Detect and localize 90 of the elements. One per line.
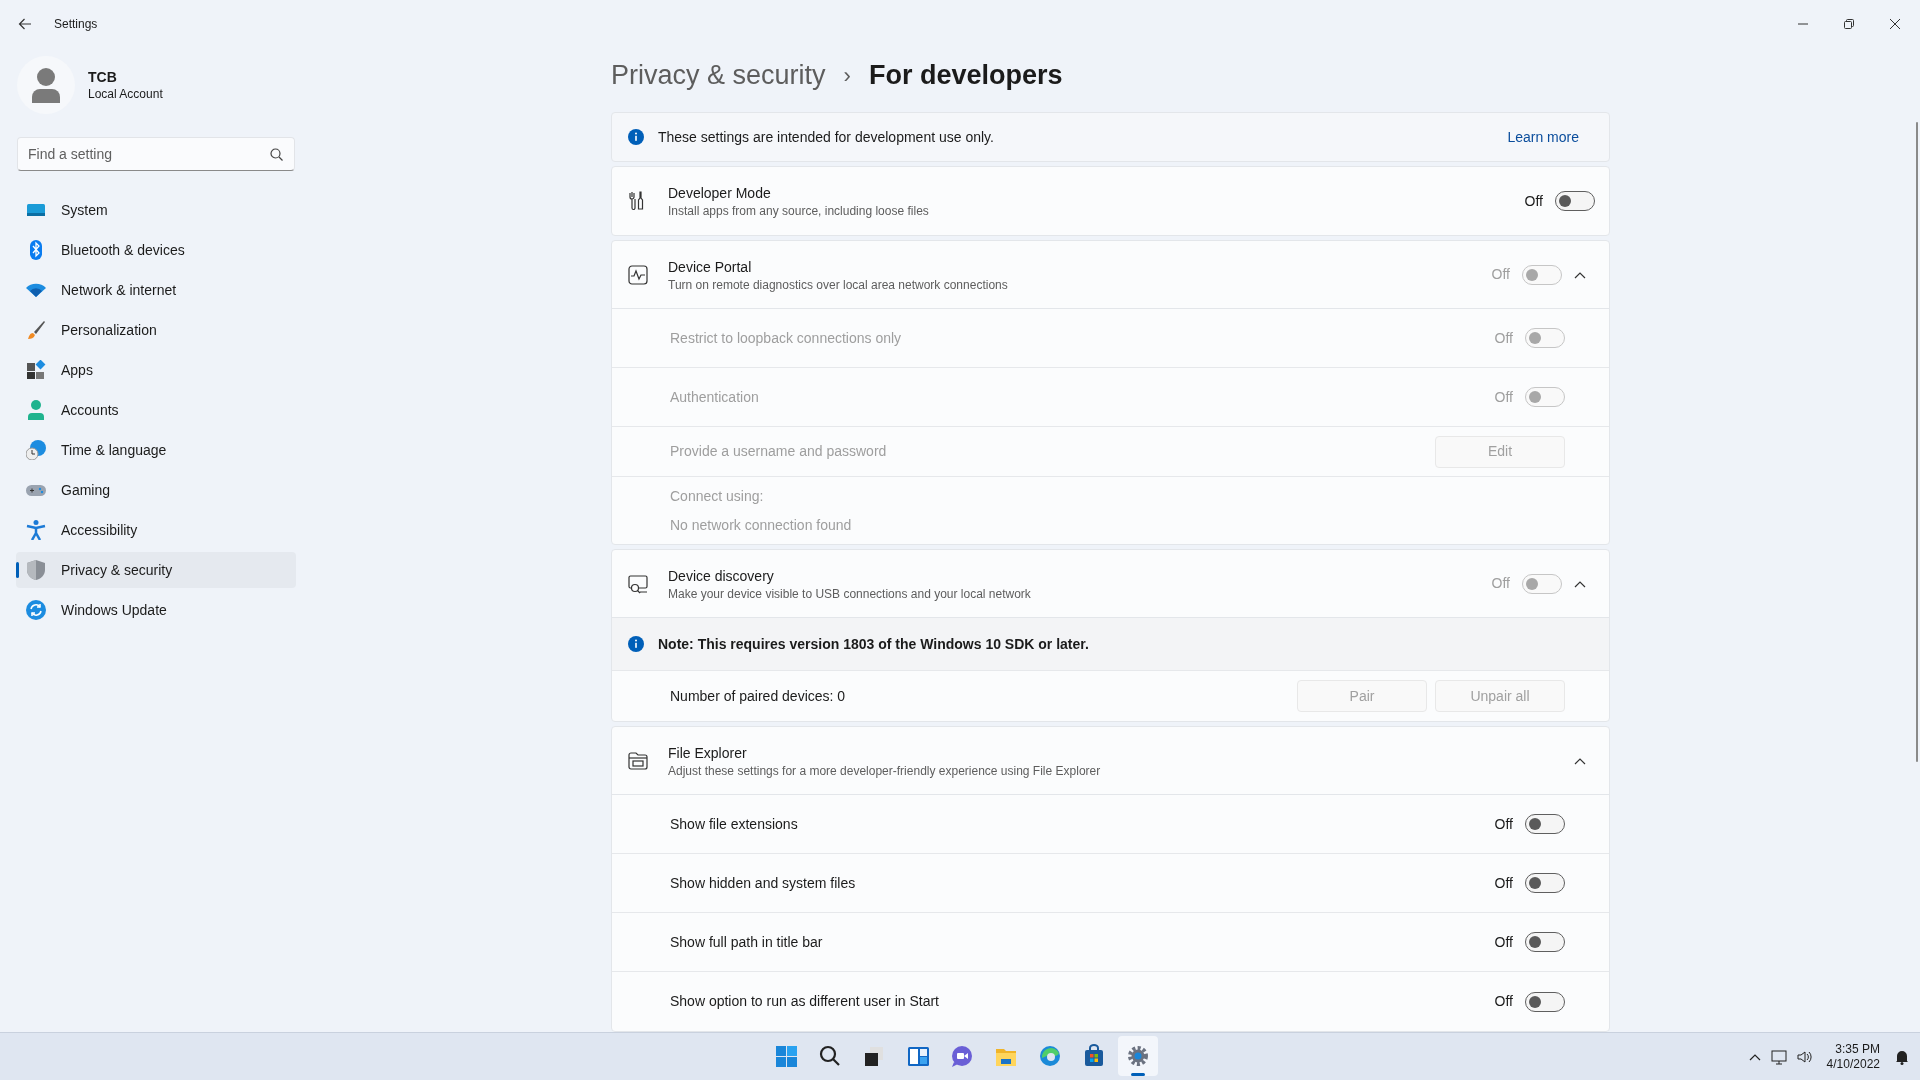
setting-description: Install apps from any source, including loose files [668,203,929,219]
setting-title: Developer Mode [668,184,772,203]
toggle-state: Off [1494,387,1513,407]
browser-icon [1038,1044,1062,1068]
device-search-icon [628,573,648,594]
toggle-state: Off [1494,992,1513,1011]
widgets-icon [906,1044,930,1068]
setting-title: File Explorer [668,743,748,763]
toggle-state: Off [1494,932,1513,952]
setting-label: Restrict to loopback connections only [670,328,902,348]
task-view-icon [862,1044,886,1068]
toggle-state: Off [1494,328,1513,348]
setting-label: Number of paired devices: 0 [670,686,846,706]
nav-item[interactable]: Time & language [16,432,296,468]
toggle-switch[interactable] [1555,191,1595,211]
breadcrumb-parent[interactable]: Privacy & security [611,55,826,96]
toggle-state: Off [1491,265,1510,284]
setting-label: Authentication [670,387,759,407]
chat-icon [950,1044,974,1068]
volume-icon[interactable] [1796,1048,1813,1065]
store-icon [1082,1044,1106,1068]
accessibility-icon [26,520,46,540]
nav-item[interactable]: Apps [16,352,296,388]
search-field[interactable]: Find a setting [17,137,295,171]
chevron-up-icon[interactable] [1574,579,1586,588]
person-icon [26,400,46,420]
search-icon [818,1044,842,1068]
taskbar-button[interactable] [1118,1036,1158,1076]
nav-item[interactable]: Gaming [16,472,296,508]
page-title: For developers [868,59,1063,93]
chevron-up-icon[interactable] [1574,756,1586,765]
gear-icon [1126,1044,1150,1068]
setting-title: Device Portal [668,257,753,277]
setting-label: Show full path in title bar [670,932,823,952]
toggle-state: Off [1494,814,1513,834]
activity-icon [628,264,648,285]
toggle-switch[interactable] [1525,873,1565,893]
status-text: No network connection found [670,516,853,534]
update-icon [26,600,46,620]
nav-item[interactable]: System [16,192,296,228]
info-text: These settings are intended for development use only. [658,127,994,147]
account-type: Local Account [88,86,163,102]
toggle-state: Off [1494,873,1513,893]
toggle-state: Off [1524,191,1543,211]
back-icon[interactable] [18,17,32,31]
nav-item[interactable]: Windows Update [16,592,296,628]
setting-label: Show file extensions [670,814,798,834]
nav-item[interactable]: Accounts [16,392,296,428]
brush-icon [26,320,46,340]
nav-item[interactable]: Network & internet [16,272,296,308]
chevron-up-icon[interactable] [1574,270,1586,279]
status-text: Connect using: [670,487,765,505]
nav-item[interactable]: Bluetooth & devices [16,232,296,268]
restore-icon [1844,19,1854,29]
folder-icon [628,750,648,771]
start-icon [774,1044,798,1068]
shield-icon [26,560,46,580]
active-indicator [1131,1073,1145,1076]
person-icon [31,67,61,103]
setting-title: Device discovery [668,566,775,586]
nav-item[interactable]: Privacy & security [16,552,296,588]
info-icon [628,636,644,652]
setting-description: Adjust these settings for a more developer-friendly experience using File Explorer [668,762,1101,779]
apps-icon [26,360,46,380]
toggle-switch[interactable] [1525,932,1565,952]
toggle-switch[interactable] [1525,991,1565,1012]
close-icon [1890,19,1900,29]
setting-label: Show hidden and system files [670,873,856,893]
setting-description: Make your device visible to USB connections and your local network [668,585,1031,602]
setting-description: Turn on remote diagnostics over local area network connections [668,276,1008,293]
scrollbar[interactable] [1916,122,1918,762]
toggle-switch[interactable] [1525,814,1565,834]
setting-label: Provide a username and password [670,442,887,461]
user-name: TCB [88,68,118,86]
learn-more-link[interactable]: Learn more [1507,126,1579,148]
selection-indicator [16,562,19,578]
note-text: Note: This requires version 1803 of the Windows 10 SDK or later. [658,634,1089,654]
search-icon[interactable] [270,148,283,161]
nav-item[interactable]: Personalization [16,312,296,348]
globe-clock-icon [26,440,46,460]
info-icon [628,129,644,145]
toggle-state: Off [1491,574,1510,593]
setting-label: Show option to run as different user in Start [670,992,939,1011]
bell-icon[interactable] [1894,1048,1910,1065]
clock[interactable]: 3:35 PM 4/10/2022 [1822,1041,1884,1072]
monitor-icon[interactable] [1770,1048,1787,1065]
window-title: Settings [54,16,98,33]
nav-item[interactable]: Accessibility [16,512,296,548]
chevron-up-icon[interactable] [1748,1052,1761,1061]
breadcrumb-separator: › [843,62,851,90]
